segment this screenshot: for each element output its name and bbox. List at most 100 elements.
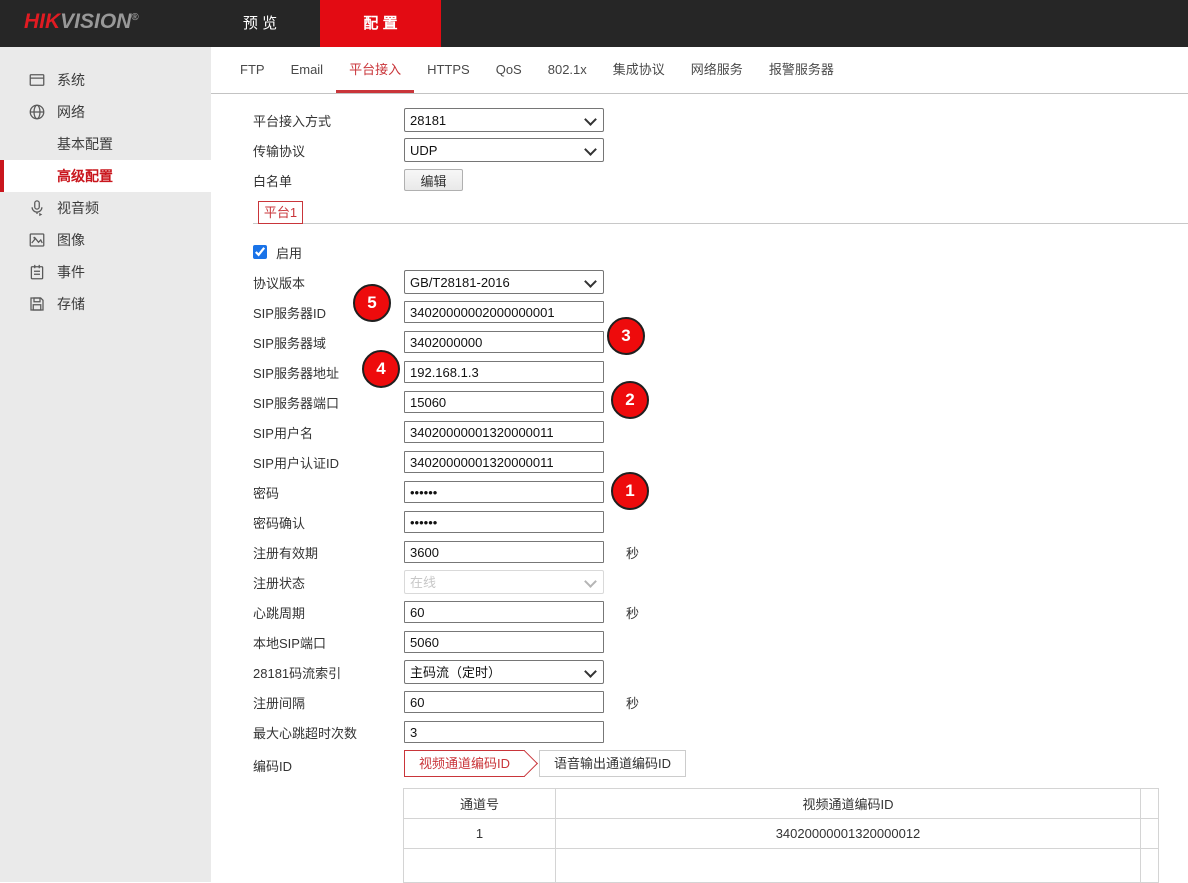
annotation-badge-1: 1 <box>611 472 649 510</box>
access-mode-select[interactable]: 28181 <box>404 108 604 132</box>
password-confirm-input[interactable] <box>404 511 604 533</box>
tab-email[interactable]: Email <box>278 47 337 93</box>
reg-valid-label: 注册有效期 <box>253 543 404 562</box>
sidebar-item-storage[interactable]: 存储 <box>0 288 211 320</box>
password-label: 密码 <box>253 483 404 502</box>
logo-registered-mark: ® <box>131 12 138 23</box>
form-row-local-sip-port: 本地SIP端口 <box>253 627 639 657</box>
transport-select[interactable]: UDP <box>404 138 604 162</box>
sidebar-item-event[interactable]: 事件 <box>0 256 211 288</box>
tab-integration-protocol[interactable]: 集成协议 <box>600 47 678 93</box>
form-row-reg-status: 注册状态 在线 <box>253 567 639 597</box>
event-icon <box>27 262 47 282</box>
storage-icon <box>27 294 47 314</box>
local-sip-port-label: 本地SIP端口 <box>253 633 404 652</box>
reg-interval-unit: 秒 <box>626 693 639 712</box>
topnav-preview[interactable]: 预 览 <box>205 0 315 47</box>
whitelist-edit-button[interactable]: 编辑 <box>404 169 463 191</box>
sidebar-item-video-audio[interactable]: 视音频 <box>0 192 211 224</box>
sip-auth-id-label: SIP用户认证ID <box>253 453 404 472</box>
max-heartbeat-timeout-input[interactable] <box>404 721 604 743</box>
table-header-row: 通道号 视频通道编码ID <box>404 789 1159 819</box>
col-header-extra <box>1141 789 1159 819</box>
heartbeat-label: 心跳周期 <box>253 603 404 622</box>
form-row-protocol-version: 协议版本 GB/T28181-2016 <box>253 267 639 297</box>
sip-server-id-input[interactable] <box>404 301 604 323</box>
encode-id-tabs: 视频通道编码ID 语音输出通道编码ID <box>404 750 686 777</box>
sip-server-domain-input[interactable] <box>404 331 604 353</box>
heartbeat-unit: 秒 <box>626 603 639 622</box>
sip-user-input[interactable] <box>404 421 604 443</box>
sidebar-item-network[interactable]: 网络 <box>0 96 211 128</box>
access-mode-label: 平台接入方式 <box>253 111 404 130</box>
sip-server-port-label: SIP服务器端口 <box>253 393 404 412</box>
whitelist-label: 白名单 <box>253 171 404 190</box>
local-sip-port-input[interactable] <box>404 631 604 653</box>
tab-8021x[interactable]: 802.1x <box>535 47 600 93</box>
stream-index-select[interactable]: 主码流（定时） <box>404 660 604 684</box>
max-heartbeat-timeout-label: 最大心跳超时次数 <box>253 723 404 742</box>
platform-divider <box>253 223 1188 224</box>
col-header-video-channel-encode-id: 视频通道编码ID <box>556 789 1141 819</box>
form-row-transport: 传输协议 UDP <box>253 135 604 165</box>
tab-https[interactable]: HTTPS <box>414 47 483 93</box>
sidebar-item-label: 高级配置 <box>57 166 113 186</box>
sidebar-item-label: 网络 <box>57 102 85 122</box>
form-row-sip-server-addr: SIP服务器地址 <box>253 357 639 387</box>
annotation-badge-2: 2 <box>611 381 649 419</box>
form-row-heartbeat: 心跳周期 秒 <box>253 597 639 627</box>
sip-server-addr-input[interactable] <box>404 361 604 383</box>
sidebar-item-system[interactable]: 系统 <box>0 64 211 96</box>
hikvision-logo: HIKVISION® <box>24 10 139 34</box>
form-row-stream-index: 28181码流索引 主码流（定时） <box>253 657 639 687</box>
sip-user-label: SIP用户名 <box>253 423 404 442</box>
form-row-max-heartbeat-timeout: 最大心跳超时次数 <box>253 717 639 747</box>
cell-encode-id <box>556 849 1141 883</box>
form-row-enable: 启用 <box>253 237 639 267</box>
topnav-config[interactable]: 配 置 <box>320 0 441 47</box>
sip-server-port-input[interactable] <box>404 391 604 413</box>
table-row[interactable] <box>404 849 1159 883</box>
protocol-version-select[interactable]: GB/T28181-2016 <box>404 270 604 294</box>
logo-vision: VISION <box>60 10 131 33</box>
tab-qos[interactable]: QoS <box>483 47 535 93</box>
form-row-sip-server-id: SIP服务器ID <box>253 297 639 327</box>
tab-video-channel-encode-id[interactable]: 视频通道编码ID <box>404 750 525 777</box>
heartbeat-input[interactable] <box>404 601 604 623</box>
sidebar-item-label: 视音频 <box>57 198 99 218</box>
sidebar-item-advanced-config[interactable]: 高级配置 <box>0 160 211 192</box>
tab-ftp[interactable]: FTP <box>227 47 278 93</box>
tab-alarm-server[interactable]: 报警服务器 <box>756 47 847 93</box>
form-row-sip-server-port: SIP服务器端口 <box>253 387 639 417</box>
form-row-reg-valid: 注册有效期 秒 <box>253 537 639 567</box>
sidebar-item-image[interactable]: 图像 <box>0 224 211 256</box>
cell-channel-no <box>404 849 556 883</box>
stream-index-label: 28181码流索引 <box>253 663 404 682</box>
reg-status-label: 注册状态 <box>253 573 404 592</box>
system-icon <box>27 70 47 90</box>
tab-video-channel-encode-id-label: 视频通道编码ID <box>419 756 510 771</box>
table-row[interactable]: 1 34020000001320000012 <box>404 819 1159 849</box>
tab-network-service[interactable]: 网络服务 <box>678 47 756 93</box>
sip-server-domain-label: SIP服务器域 <box>253 333 404 352</box>
password-input[interactable] <box>404 481 604 503</box>
platform-access-top-form: 平台接入方式 28181 传输协议 UDP 白名单 编辑 <box>253 105 604 195</box>
reg-status-select: 在线 <box>404 570 604 594</box>
tab-audio-out-channel-encode-id[interactable]: 语音输出通道编码ID <box>539 750 686 777</box>
enable-checkbox[interactable] <box>253 245 267 259</box>
cell-extra <box>1141 819 1159 849</box>
col-header-channel-no: 通道号 <box>404 789 556 819</box>
sip-auth-id-input[interactable] <box>404 451 604 473</box>
sidebar-item-basic-config[interactable]: 基本配置 <box>0 128 211 160</box>
network-icon <box>27 102 47 122</box>
platform1-tab[interactable]: 平台1 <box>258 201 303 224</box>
settings-tabbar: FTP Email 平台接入 HTTPS QoS 802.1x 集成协议 网络服… <box>211 47 1188 94</box>
form-row-sip-server-domain: SIP服务器域 <box>253 327 639 357</box>
form-row-reg-interval: 注册间隔 秒 <box>253 687 639 717</box>
form-row-whitelist: 白名单 编辑 <box>253 165 604 195</box>
form-row-sip-auth-id: SIP用户认证ID <box>253 447 639 477</box>
tab-platform-access[interactable]: 平台接入 <box>336 47 414 93</box>
reg-interval-input[interactable] <box>404 691 604 713</box>
microphone-icon <box>27 198 47 218</box>
reg-valid-input[interactable] <box>404 541 604 563</box>
